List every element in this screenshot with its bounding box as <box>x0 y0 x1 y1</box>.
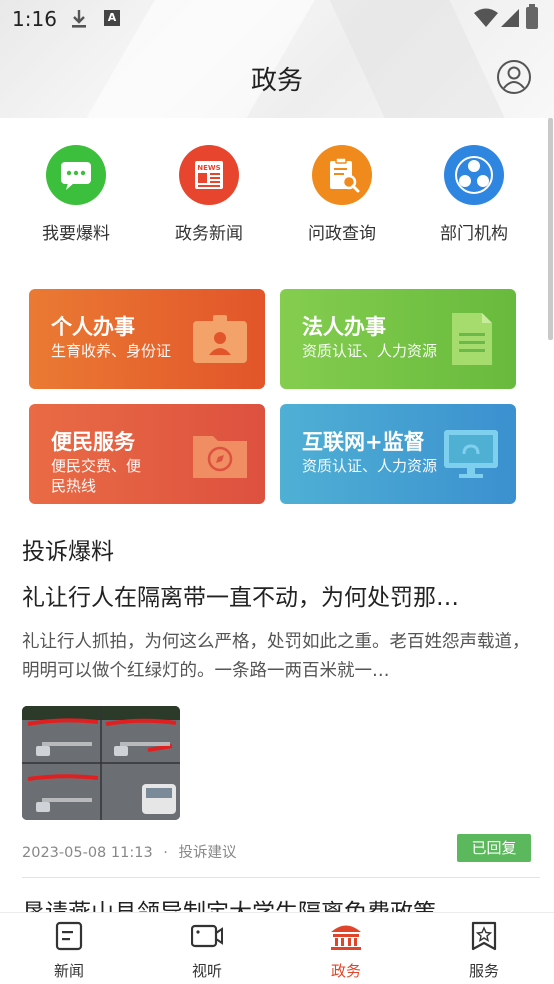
replied-status-badge: 已回复 <box>457 834 531 862</box>
folder-compass-icon <box>193 436 247 478</box>
news-icon: NEWS <box>179 145 239 205</box>
id-card-icon <box>193 315 247 363</box>
card-title: 法人办事 <box>302 315 386 339</box>
nav-label: 服务 <box>468 962 499 980</box>
quick-links: 我要爆料 NEWS 政务新闻 问政查询 部门机构 <box>0 145 554 245</box>
nav-label: 政务 <box>330 962 361 980</box>
top-header-area: 1:16 A 政务 <box>0 0 554 118</box>
nav-tab-services[interactable]: 服务 <box>429 921 539 981</box>
card-legal-entity-affairs[interactable]: 法人办事 资质认证、人力资源 <box>280 289 516 389</box>
news-badge-text: NEWS <box>197 164 220 172</box>
quick-link-label: 部门机构 <box>440 224 508 244</box>
service-bookmark-icon <box>471 921 497 951</box>
quick-link-label: 我要爆料 <box>42 224 110 244</box>
news-doc-icon <box>55 921 83 951</box>
nav-label: 视听 <box>191 962 222 980</box>
article-category: 投诉建议 <box>178 845 237 861</box>
card-title: 互联网+监督 <box>302 430 425 454</box>
quick-link-query[interactable]: 问政查询 <box>277 145 407 244</box>
monitor-icon <box>444 430 498 478</box>
status-time: 1:16 <box>12 7 57 31</box>
card-internet-supervision[interactable]: 互联网+监督 资质认证、人力资源 <box>280 404 516 504</box>
user-icon <box>503 66 525 89</box>
query-clipboard-icon <box>312 145 372 205</box>
government-building-icon <box>331 925 361 950</box>
nav-tab-government[interactable]: 政务 <box>291 921 401 981</box>
chat-bubble-icon <box>46 145 106 205</box>
traffic-camera-photo <box>22 706 180 820</box>
article-summary[interactable]: 礼让行人抓拍，为何这么严格，处罚如此之重。老百姓怨声载道，明明可以做个红绿灯的。… <box>22 628 532 686</box>
page-title: 政务 <box>250 66 303 96</box>
card-subtitle: 便民交费、便民热线 <box>51 457 142 495</box>
card-personal-affairs[interactable]: 个人办事 生育收养、身份证 <box>29 289 265 389</box>
next-article-title[interactable]: 恳请燕山县领导制定大学生隔离免费政策 <box>22 893 532 913</box>
download-icon <box>72 10 86 28</box>
signal-icon <box>501 9 519 27</box>
article-title[interactable]: 礼让行人在隔离带一直不动，为何处罚那… <box>22 578 532 612</box>
article-thumbnail[interactable] <box>22 706 180 820</box>
document-icon <box>452 313 492 365</box>
card-title: 便民服务 <box>51 430 135 454</box>
wifi-icon <box>474 8 498 27</box>
card-subtitle: 资质认证、人力资源 <box>302 457 438 475</box>
a-notification-icon: A <box>104 10 120 26</box>
article-meta: 2023-05-08 11:13 · 投诉建议 <box>22 841 237 862</box>
meta-separator: · <box>163 845 168 861</box>
divider <box>22 877 540 878</box>
bottom-navigation: 新闻 视听 政务 服务 <box>0 912 554 984</box>
quick-link-news[interactable]: NEWS 政务新闻 <box>144 145 274 244</box>
org-structure-icon <box>444 145 504 205</box>
status-bar: 1:16 A <box>0 0 554 38</box>
card-subtitle: 生育收养、身份证 <box>51 342 172 360</box>
battery-icon <box>526 4 538 29</box>
card-convenience-services[interactable]: 便民服务 便民交费、便民热线 <box>29 404 265 504</box>
card-subtitle: 资质认证、人力资源 <box>302 342 438 360</box>
quick-link-label: 问政查询 <box>308 224 376 244</box>
article-date: 2023-05-08 11:13 <box>22 845 153 861</box>
video-camera-icon <box>190 924 223 948</box>
section-title: 投诉爆料 <box>22 539 114 565</box>
user-avatar-button[interactable] <box>497 60 531 94</box>
nav-tab-news[interactable]: 新闻 <box>14 921 124 981</box>
card-title: 个人办事 <box>51 315 135 339</box>
quick-link-departments[interactable]: 部门机构 <box>409 145 539 244</box>
quick-link-report[interactable]: 我要爆料 <box>11 145 141 244</box>
quick-link-label: 政务新闻 <box>175 224 243 244</box>
nav-tab-video[interactable]: 视听 <box>152 921 262 981</box>
nav-label: 新闻 <box>53 962 84 980</box>
